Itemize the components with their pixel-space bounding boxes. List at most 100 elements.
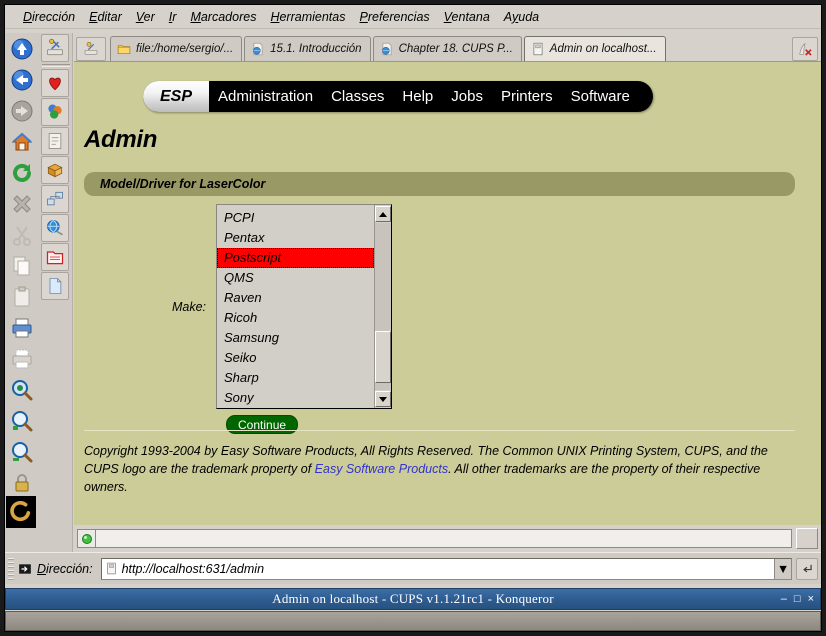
scroll-down-button[interactable]	[375, 391, 391, 407]
list-item-selected[interactable]: Postscript	[217, 248, 374, 268]
address-label: Dirección:	[18, 562, 93, 576]
goto-arrow-icon	[19, 563, 31, 574]
tab-label: file:/home/sergio/...	[136, 43, 234, 55]
colors-icon[interactable]	[41, 98, 69, 126]
reload-icon[interactable]	[7, 158, 37, 188]
page-icon	[107, 562, 116, 575]
nav-link-classes[interactable]: Classes	[322, 88, 393, 105]
navigation-toolbar	[5, 33, 39, 530]
zoom-in-icon[interactable]	[7, 406, 37, 436]
scrollbar-thumb[interactable]	[375, 331, 391, 383]
close-button[interactable]: ×	[808, 593, 814, 605]
tab-file-home-sergio[interactable]: file:/home/sergio/...	[110, 36, 243, 61]
tab-introduccion[interactable]: 15.1. Introducción	[244, 36, 371, 61]
globe-icon[interactable]	[41, 214, 69, 242]
title-bar[interactable]: Admin on localhost - CUPS v1.1.21rc1 - K…	[5, 588, 821, 610]
address-input[interactable]: http://localhost:631/admin ▼	[100, 557, 792, 580]
tab-label: Chapter 18. CUPS P...	[398, 43, 513, 55]
list-item[interactable]: Sharp	[217, 368, 374, 388]
nav-link-printers[interactable]: Printers	[492, 88, 562, 105]
menu-item-direccion[interactable]: Dirección	[23, 10, 75, 24]
nav-link-administration[interactable]: Administration	[209, 88, 322, 105]
home-icon[interactable]	[7, 127, 37, 157]
menu-item-ventana[interactable]: Ventana	[444, 10, 490, 24]
scroll-icon[interactable]	[41, 127, 69, 155]
menu-item-ver[interactable]: Ver	[136, 10, 155, 24]
menu-item-editar[interactable]: Editar	[89, 10, 122, 24]
list-item[interactable]: Ricoh	[217, 308, 374, 328]
menu-item-ir[interactable]: Ir	[169, 10, 177, 24]
close-tab-button[interactable]	[792, 37, 818, 61]
minimize-button[interactable]: –	[781, 593, 787, 605]
nav-link-help[interactable]: Help	[393, 88, 442, 105]
print-icon[interactable]	[7, 313, 37, 343]
listbox-scrollbar[interactable]	[374, 205, 391, 408]
nav-link-software[interactable]: Software	[562, 88, 639, 105]
copyright-footer: Copyright 1993-2004 by Easy Software Pro…	[84, 442, 795, 496]
cut-icon	[7, 220, 37, 250]
forward-arrow-icon	[7, 96, 37, 126]
green-led-icon	[81, 533, 92, 544]
list-item[interactable]: Samsung	[217, 328, 374, 348]
list-item[interactable]: PCPI	[217, 208, 374, 228]
maximize-button[interactable]: □	[794, 593, 801, 605]
network-icon[interactable]	[41, 185, 69, 213]
continue-button[interactable]: Continue	[226, 415, 299, 434]
print-preview-icon	[7, 344, 37, 374]
toolbar-drag-handle[interactable]	[8, 557, 14, 580]
folder-red-icon[interactable]	[41, 243, 69, 271]
konqueror-animated-logo	[6, 496, 36, 528]
list-item[interactable]: Seiko	[217, 348, 374, 368]
menu-item-marcadores[interactable]: Marcadores	[190, 10, 256, 24]
find-icon[interactable]	[7, 375, 37, 405]
go-button[interactable]	[796, 557, 818, 580]
paste-icon	[7, 282, 37, 312]
menu-bar: Dirección Editar Ver Ir Marcadores Herra…	[5, 5, 821, 29]
package-icon[interactable]	[41, 156, 69, 184]
cups-brand-esp[interactable]: ESP	[143, 81, 210, 112]
copy-icon	[7, 251, 37, 281]
nav-link-jobs[interactable]: Jobs	[442, 88, 492, 105]
list-item[interactable]: Pentax	[217, 228, 374, 248]
triangle-down-icon	[379, 396, 387, 402]
toolbar-separator	[42, 64, 70, 67]
scrollbar-track[interactable]	[375, 223, 391, 390]
address-url-text: http://localhost:631/admin	[121, 561, 265, 576]
page-title: Admin	[84, 126, 158, 153]
make-option-list: PCPI Pentax Postscript QMS Raven Ricoh S…	[217, 205, 374, 408]
back-arrow-icon[interactable]	[7, 65, 37, 95]
tab-admin-on-localhost[interactable]: Admin on localhost...	[523, 36, 666, 61]
list-item[interactable]: QMS	[217, 268, 374, 288]
status-resize-grip[interactable]	[796, 528, 818, 549]
new-tab-button[interactable]	[76, 37, 106, 61]
menu-item-preferencias[interactable]: Preferencias	[359, 10, 429, 24]
cups-navigation-bar: ESP Administration Classes Help Jobs Pri…	[143, 81, 653, 112]
address-label-text: Dirección:	[37, 561, 93, 576]
window-controls: – □ ×	[781, 593, 814, 605]
html-page-icon	[250, 41, 266, 57]
new-document-icon[interactable]	[41, 272, 69, 300]
section-header: Model/Driver for LaserColor	[84, 172, 795, 196]
address-dropdown-button[interactable]: ▼	[774, 558, 791, 579]
section-header-label: Model/Driver for LaserColor	[100, 177, 266, 191]
list-item[interactable]: Sony	[217, 388, 374, 408]
konqueror-icon[interactable]	[41, 34, 69, 62]
side-toolbars	[5, 33, 73, 552]
tab-bar: file:/home/sergio/... 15.1. Introducción…	[74, 33, 821, 61]
status-message	[95, 529, 792, 548]
easy-software-products-link[interactable]: Easy Software Products	[315, 462, 448, 476]
scroll-up-button[interactable]	[375, 206, 391, 222]
driver-form: Make: PCPI Pentax Postscript QMS Raven R…	[84, 204, 795, 434]
stop-icon	[7, 189, 37, 219]
tab-label: 15.1. Introducción	[270, 43, 362, 55]
zoom-out-icon[interactable]	[7, 437, 37, 467]
make-listbox[interactable]: PCPI Pentax Postscript QMS Raven Ricoh S…	[216, 204, 392, 409]
make-field-row: Make: PCPI Pentax Postscript QMS Raven R…	[84, 204, 795, 409]
up-arrow-icon[interactable]	[7, 34, 37, 64]
tab-chapter-cups[interactable]: Chapter 18. CUPS P...	[372, 36, 522, 61]
list-item[interactable]: Raven	[217, 288, 374, 308]
bookmark-heart-icon[interactable]	[41, 69, 69, 97]
html-page-icon	[379, 41, 395, 57]
menu-item-ayuda[interactable]: Ayuda	[504, 10, 539, 24]
menu-item-herramientas[interactable]: Herramientas	[270, 10, 345, 24]
